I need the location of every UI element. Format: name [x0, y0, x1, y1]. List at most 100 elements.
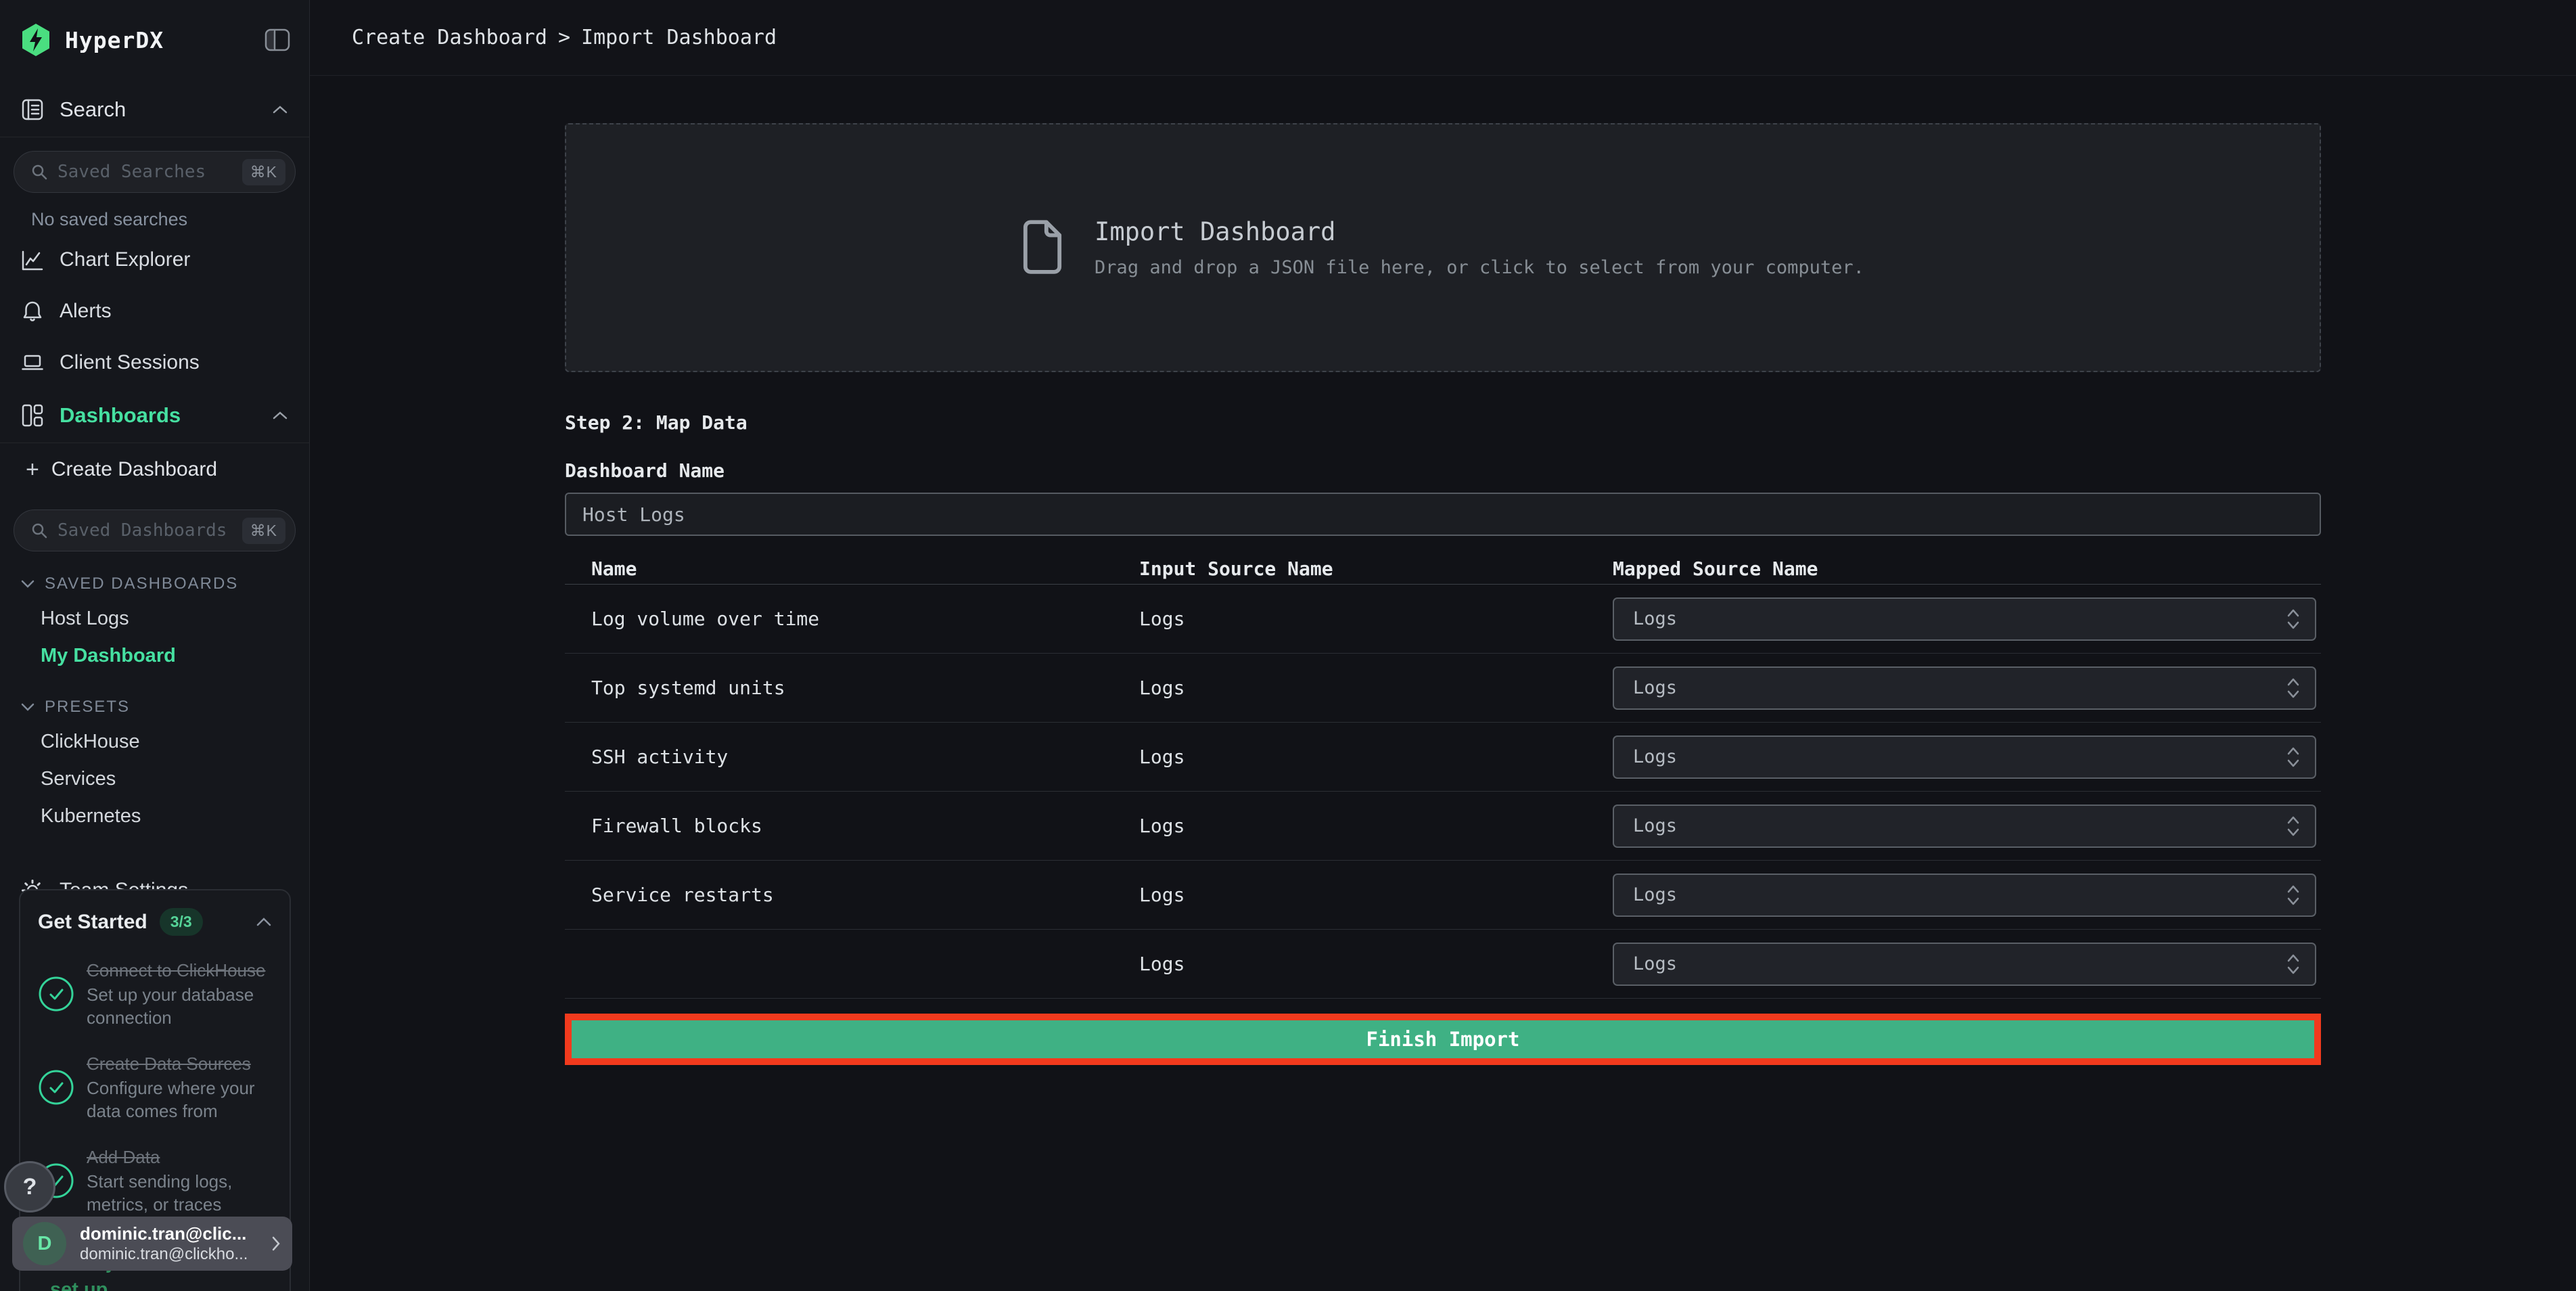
saved-searches-search[interactable]: ⌘K — [14, 151, 296, 193]
breadcrumb: Create Dashboard > Import Dashboard — [352, 26, 777, 49]
brand-title: HyperDX — [65, 26, 164, 53]
column-header-mapped-source: Mapped Source Name — [1613, 558, 1818, 580]
get-started-item-desc: Set up your database connection — [87, 984, 254, 1028]
no-saved-searches-note: No saved searches — [31, 209, 188, 229]
search-icon — [30, 163, 48, 181]
laptop-icon — [20, 350, 45, 375]
get-started-item-desc: Start sending logs, metrics, or traces — [87, 1171, 233, 1215]
presets-group-label: PRESETS — [45, 698, 131, 716]
shortcut-badge: ⌘K — [242, 517, 285, 544]
sidebar-item-client-sessions[interactable]: Client Sessions — [0, 337, 309, 388]
mapped-source-select[interactable]: Logs — [1613, 735, 2316, 779]
row-input-source: Logs — [1139, 746, 1185, 768]
dashboard-name-label: Dashboard Name — [565, 459, 725, 482]
get-started-item-title: Create Data Sources — [87, 1054, 251, 1074]
search-section-icon — [20, 97, 45, 122]
search-icon — [30, 522, 48, 539]
sidebar-item-chart-explorer[interactable]: Chart Explorer — [0, 234, 309, 286]
mapped-source-select[interactable]: Logs — [1613, 666, 2316, 710]
table-row: Top systemd units Logs Logs — [565, 654, 2321, 723]
row-input-source: Logs — [1139, 884, 1185, 906]
row-name: Log volume over time — [591, 608, 820, 630]
mapped-source-value: Logs — [1633, 815, 1678, 836]
sidebar-item-host-logs[interactable]: Host Logs — [0, 600, 309, 637]
sidebar-item-search-label: Search — [60, 97, 127, 121]
sidebar-item-my-dashboard[interactable]: My Dashboard — [0, 637, 309, 675]
presets-group-toggle[interactable]: PRESETS — [20, 698, 309, 717]
create-dashboard-label: Create Dashboard — [51, 458, 218, 480]
get-started-item-connect[interactable]: Connect to ClickHouse Set up your databa… — [38, 959, 272, 1029]
user-email: dominic.tran@clickho... — [80, 1245, 248, 1263]
row-name: Top systemd units — [591, 677, 785, 699]
get-started-item-title: Connect to ClickHouse — [87, 960, 266, 980]
sidebar: HyperDX Search Saved Searches ⌘K No save… — [0, 0, 310, 1291]
main-content: Import Dashboard Drag and drop a JSON fi… — [310, 76, 2576, 1291]
get-started-progress-badge: 3/3 — [159, 908, 203, 936]
get-started-item-add-data[interactable]: Add Data Start sending logs, metrics, or… — [38, 1146, 272, 1216]
mapped-source-select[interactable]: Logs — [1613, 804, 2316, 848]
sidebar-item-services[interactable]: Services — [0, 761, 309, 798]
get-started-item-title: Add Data — [87, 1147, 160, 1167]
saved-dashboards-input[interactable] — [58, 520, 233, 541]
select-chevrons-icon — [2286, 608, 2300, 631]
check-circle-icon — [38, 976, 74, 1012]
saved-dashboards-group-label: SAVED DASHBOARDS — [45, 574, 239, 593]
row-name: SSH activity — [591, 746, 729, 768]
saved-dashboards-search[interactable]: ⌘K — [14, 509, 296, 551]
row-input-source: Logs — [1139, 677, 1185, 699]
saved-searches-input[interactable] — [58, 162, 233, 182]
dashboards-icon — [20, 403, 45, 428]
file-icon — [1021, 219, 1063, 276]
select-chevrons-icon — [2286, 677, 2300, 700]
get-started-header[interactable]: Get Started 3/3 — [38, 908, 272, 936]
user-account-chip[interactable]: D dominic.tran@clic... dominic.tran@clic… — [12, 1217, 292, 1271]
saved-dashboards-group-toggle[interactable]: SAVED DASHBOARDS — [20, 574, 309, 593]
help-button[interactable]: ? — [4, 1161, 55, 1213]
setup-complete-banner-line2: set up — [50, 1279, 108, 1291]
avatar: D — [23, 1222, 66, 1265]
mapped-source-value: Logs — [1633, 746, 1678, 767]
logo-row: HyperDX — [0, 0, 309, 83]
sidebar-item-chart-explorer-label: Chart Explorer — [60, 248, 191, 271]
sidebar-section-search[interactable]: Search — [0, 83, 309, 137]
select-chevrons-icon — [2286, 884, 2300, 907]
select-chevrons-icon — [2286, 953, 2300, 976]
hyperdx-logo-icon — [20, 23, 51, 57]
chevron-down-icon — [20, 702, 35, 712]
row-input-source: Logs — [1139, 608, 1185, 630]
collapse-sidebar-icon[interactable] — [264, 28, 290, 51]
mapped-source-select[interactable]: Logs — [1613, 597, 2316, 641]
dashboard-name-input[interactable] — [565, 493, 2321, 536]
finish-import-annotation-highlight: Finish Import — [565, 1014, 2321, 1065]
chevron-up-icon — [271, 104, 289, 115]
row-input-source: Logs — [1139, 815, 1185, 837]
table-row: Logs Logs — [565, 930, 2321, 999]
sidebar-item-kubernetes[interactable]: Kubernetes — [0, 798, 309, 835]
dropzone-subtitle: Drag and drop a JSON file here, or click… — [1095, 257, 1864, 278]
shortcut-badge: ⌘K — [242, 158, 285, 185]
chart-explorer-icon — [20, 248, 45, 272]
finish-import-button[interactable]: Finish Import — [572, 1020, 2314, 1058]
mapped-source-select[interactable]: Logs — [1613, 942, 2316, 986]
mapped-source-value: Logs — [1633, 677, 1678, 698]
breadcrumb-separator: > — [557, 26, 571, 49]
table-row: Firewall blocks Logs Logs — [565, 792, 2321, 861]
step-title: Step 2: Map Data — [565, 411, 748, 434]
import-dropzone[interactable]: Import Dashboard Drag and drop a JSON fi… — [565, 123, 2321, 372]
row-name: Firewall blocks — [591, 815, 762, 837]
breadcrumb-import-dashboard: Import Dashboard — [581, 26, 777, 49]
column-header-name: Name — [591, 558, 637, 580]
user-display-name: dominic.tran@clic... — [80, 1223, 247, 1244]
breadcrumb-create-dashboard[interactable]: Create Dashboard — [352, 26, 547, 49]
chevron-right-icon — [271, 1235, 281, 1252]
sidebar-item-clickhouse[interactable]: ClickHouse — [0, 723, 309, 761]
get-started-item-sources[interactable]: Create Data Sources Configure where your… — [38, 1052, 272, 1123]
mapped-source-select[interactable]: Logs — [1613, 873, 2316, 917]
get-started-item-desc: Configure where your data comes from — [87, 1078, 255, 1121]
sidebar-item-client-sessions-label: Client Sessions — [60, 351, 200, 373]
sidebar-section-dashboards[interactable]: Dashboards — [0, 388, 309, 443]
mapped-source-value: Logs — [1633, 608, 1678, 629]
create-dashboard-button[interactable]: + Create Dashboard — [0, 443, 309, 496]
chevron-up-icon — [256, 917, 272, 927]
sidebar-item-alerts[interactable]: Alerts — [0, 286, 309, 337]
